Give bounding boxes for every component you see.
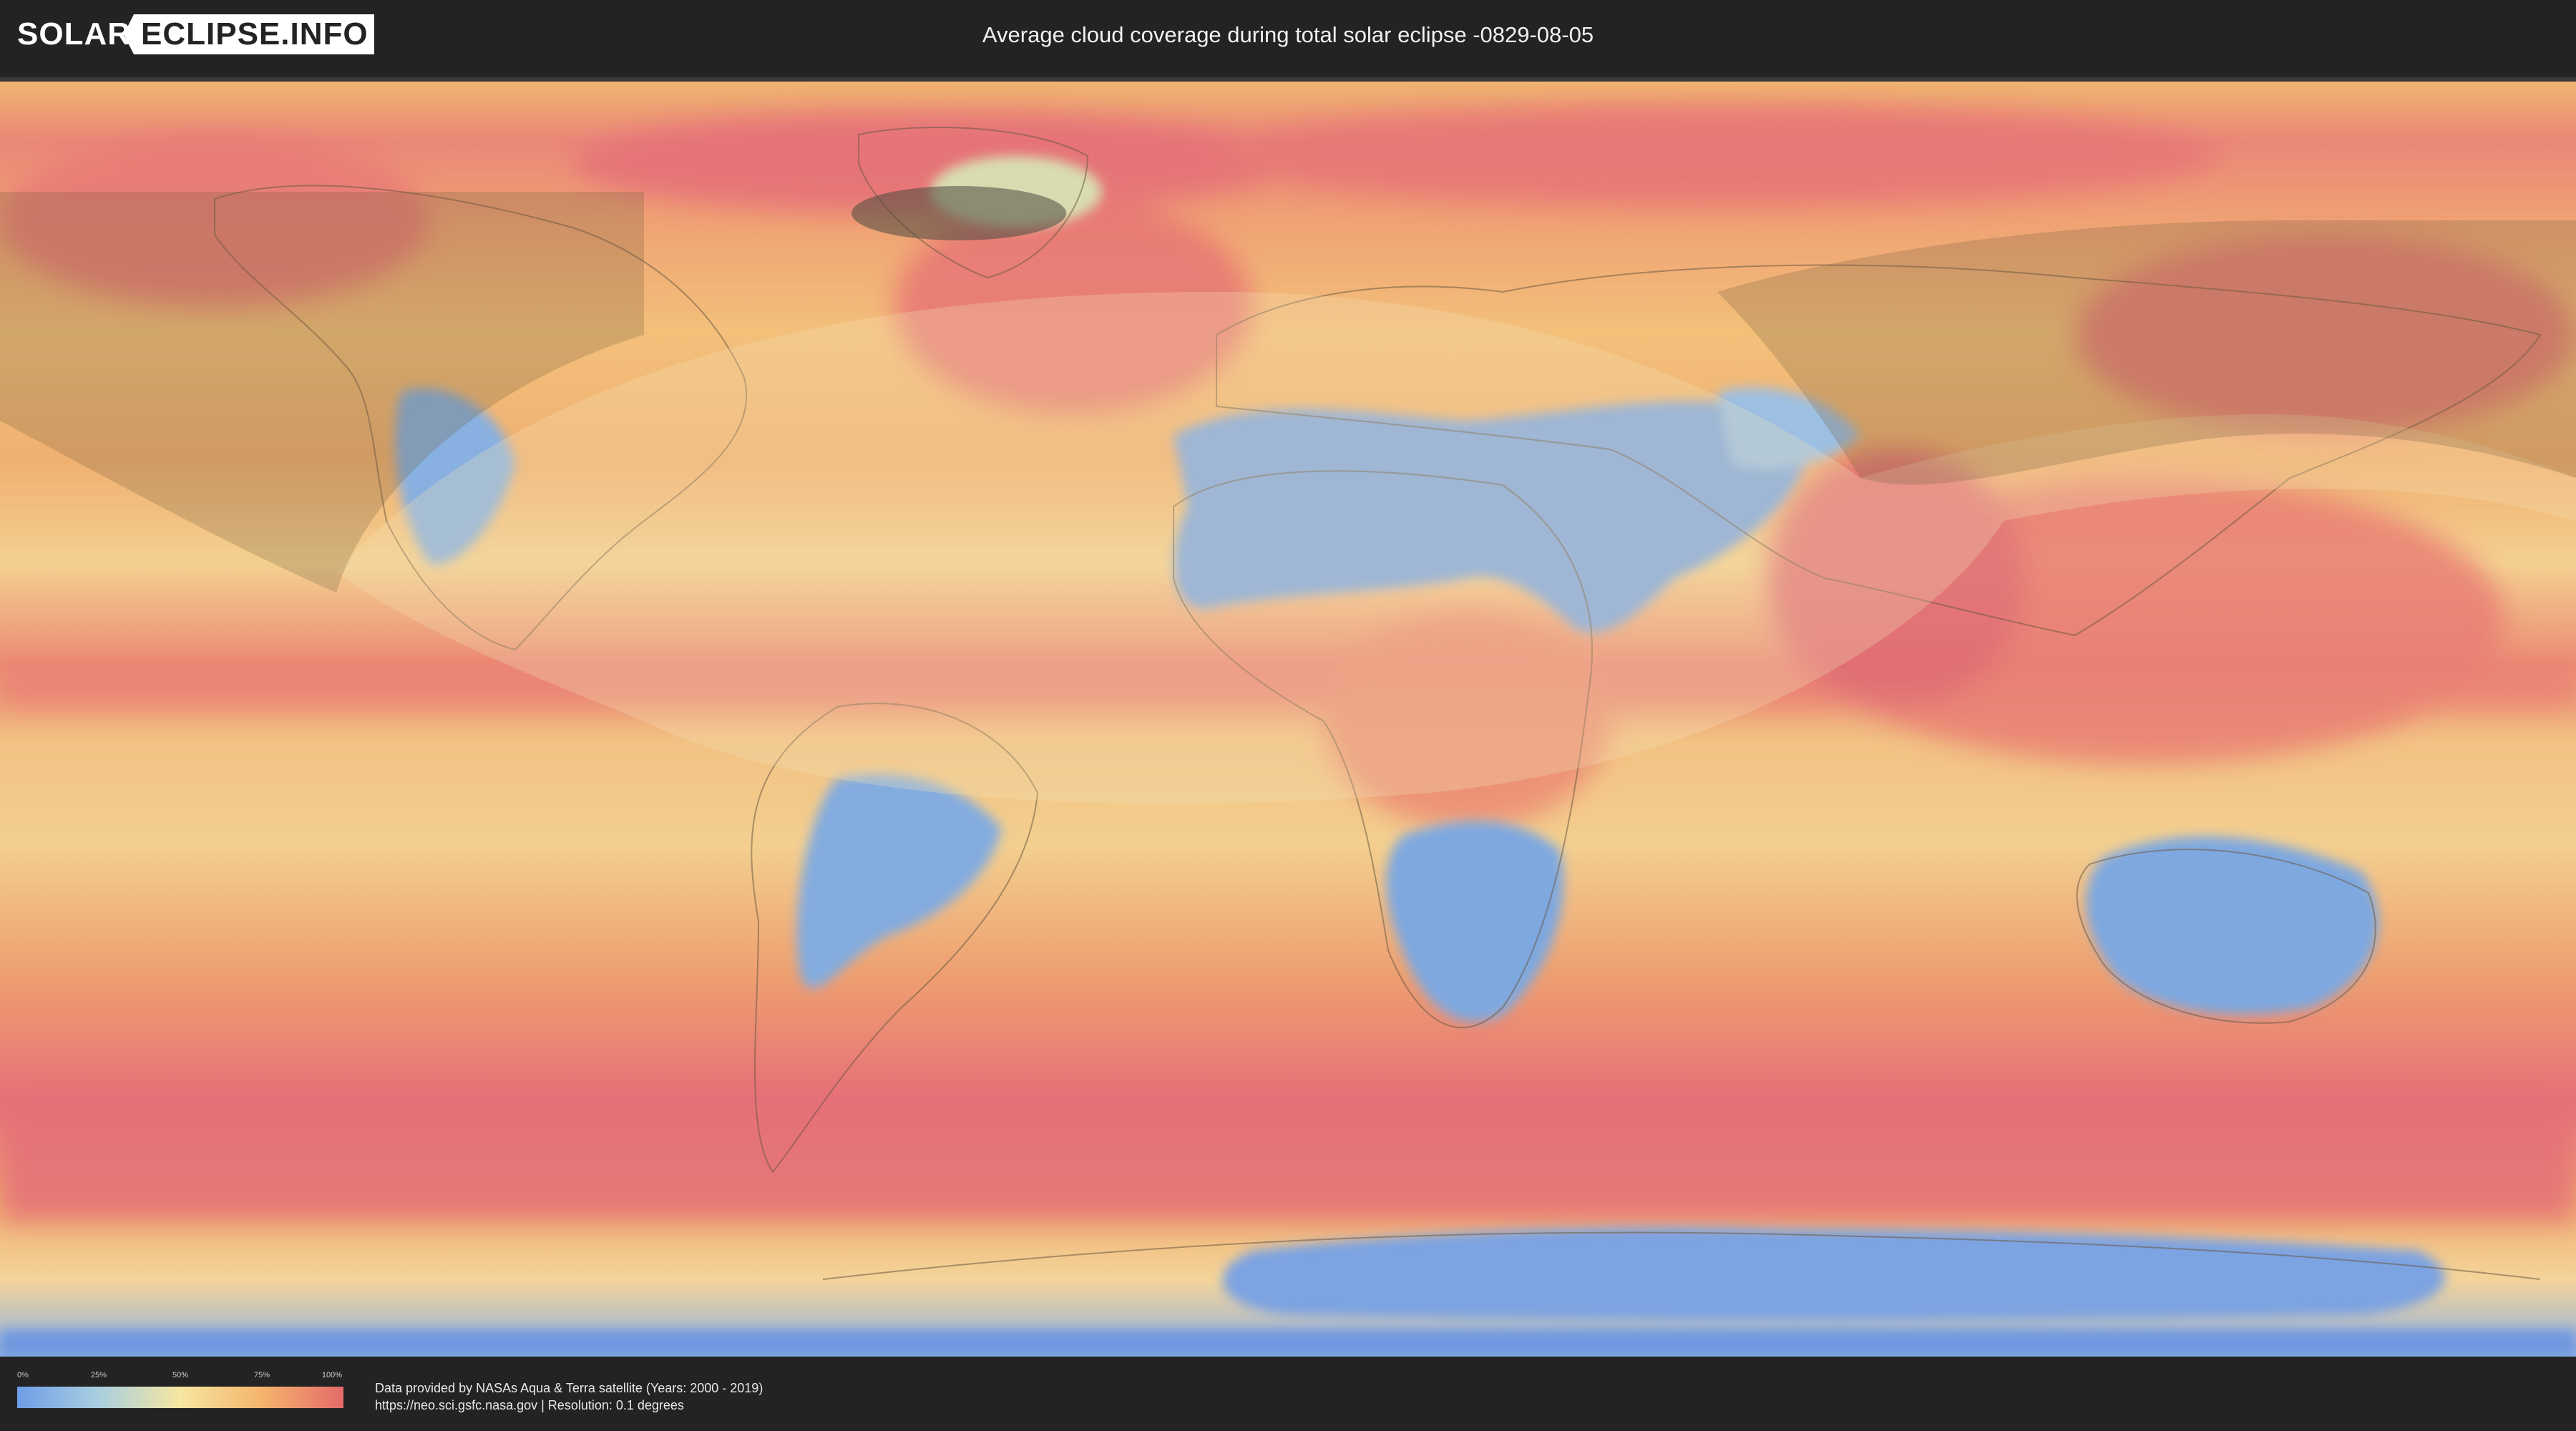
header-bar: SOLAR ECLIPSE.INFO Average cloud coverag… (0, 0, 2576, 72)
credits-line-source: Data provided by NASAs Aqua & Terra sate… (375, 1381, 763, 1395)
legend-color-bar (17, 1387, 343, 1408)
data-credits: Data provided by NASAs Aqua & Terra sate… (375, 1379, 763, 1414)
map-top-edge (0, 77, 2576, 82)
cloud-coverage-legend: 0% 25% 50% 75% 100% (17, 1371, 343, 1411)
legend-tick-0: 0% (17, 1371, 29, 1379)
footer-bar: 0% 25% 50% 75% 100% Data provided by NAS… (0, 1357, 2576, 1431)
legend-tick-75: 75% (253, 1371, 270, 1379)
credits-line-url: https://neo.sci.gsfc.nasa.gov | Resoluti… (375, 1398, 684, 1412)
legend-tick-100: 100% (321, 1371, 343, 1379)
totality-path-shadow (852, 186, 1066, 240)
legend-tick-50: 50% (172, 1371, 189, 1379)
legend-tick-25: 25% (90, 1371, 107, 1379)
page-title: Average cloud coverage during total sola… (982, 22, 1594, 47)
world-map-svg (0, 77, 2576, 1357)
legend-ticks: 0% 25% 50% 75% 100% (17, 1371, 343, 1382)
cloud-coverage-map (0, 77, 2576, 1357)
